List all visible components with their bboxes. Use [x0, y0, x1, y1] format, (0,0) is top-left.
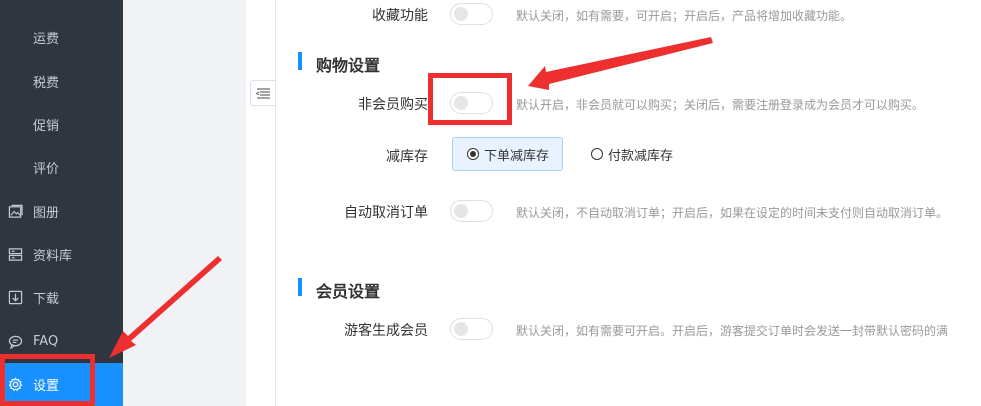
annotation-arrow-layer [109, 37, 713, 358]
annotation-arrow [528, 37, 713, 90]
annotation-arrow [109, 256, 222, 358]
app-root: 运费 税费 促销 评价 图册 资料库 下载 FAQ 设置 收藏功能 默认关闭，如… [0, 0, 981, 406]
